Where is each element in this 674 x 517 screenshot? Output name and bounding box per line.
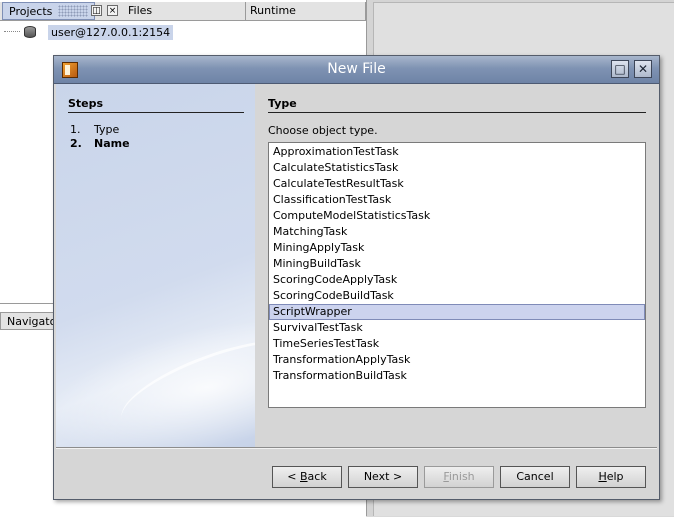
- step-item-current: 2. Name: [70, 137, 130, 150]
- tab-files-label: Files: [128, 4, 153, 17]
- maximize-icon[interactable]: □: [611, 60, 629, 78]
- restore-icon[interactable]: ◫: [91, 5, 102, 16]
- list-item[interactable]: MiningApplyTask: [269, 240, 645, 256]
- back-button[interactable]: < Back: [272, 466, 342, 488]
- tab-runtime[interactable]: Runtime: [244, 2, 366, 20]
- step-label: Type: [94, 123, 120, 136]
- help-button[interactable]: Help: [576, 466, 646, 488]
- new-file-dialog: New File □ ✕ Steps 1. Type 2. Name Type Ch…: [53, 55, 660, 500]
- help-button-mnemonic: H: [598, 470, 607, 483]
- list-item[interactable]: ApproximationTestTask: [269, 144, 645, 160]
- button-bar-separator: [56, 447, 657, 449]
- type-heading: Type: [268, 97, 297, 110]
- cancel-button[interactable]: Cancel: [500, 466, 570, 488]
- list-item[interactable]: TimeSeriesTestTask: [269, 336, 645, 352]
- type-divider: [268, 112, 646, 113]
- step-label: Name: [94, 137, 130, 150]
- list-item[interactable]: MatchingTask: [269, 224, 645, 240]
- type-pane: Type Choose object type. ApproximationTe…: [256, 84, 657, 447]
- drag-grip[interactable]: [58, 5, 88, 17]
- close-icon[interactable]: ✕: [634, 60, 652, 78]
- step-item: 1. Type: [70, 123, 119, 136]
- help-button-rest: elp: [606, 470, 624, 483]
- back-button-rest: ack: [307, 470, 327, 483]
- list-item-selected[interactable]: ScriptWrapper: [269, 304, 645, 320]
- list-item[interactable]: SurvivalTestTask: [269, 320, 645, 336]
- close-icon[interactable]: ×: [107, 5, 118, 16]
- list-item[interactable]: ScoringCodeApplyTask: [269, 272, 645, 288]
- tab-runtime-label: Runtime: [250, 4, 296, 17]
- tree-node-connection[interactable]: user@127.0.0.1:2154: [4, 24, 174, 40]
- step-number: 1.: [70, 123, 81, 136]
- list-item[interactable]: ClassificationTestTask: [269, 192, 645, 208]
- list-item[interactable]: ComputeModelStatisticsTask: [269, 208, 645, 224]
- steps-heading: Steps: [68, 97, 104, 110]
- tab-projects-label: Projects: [9, 5, 53, 18]
- tab-files[interactable]: Files: [122, 2, 246, 20]
- tab-navigator[interactable]: Navigator: [0, 312, 61, 330]
- step-number: 2.: [70, 137, 82, 150]
- steps-divider: [68, 112, 244, 113]
- tree-line: [4, 31, 20, 33]
- next-button[interactable]: Next >: [348, 466, 418, 488]
- list-item[interactable]: TransformationApplyTask: [269, 352, 645, 368]
- tree-node-label: user@127.0.0.1:2154: [48, 24, 174, 40]
- database-icon: [24, 26, 36, 38]
- steps-pane: Steps 1. Type 2. Name: [56, 84, 255, 447]
- dialog-title: New File: [327, 61, 386, 77]
- back-button-mnemonic: B: [300, 470, 308, 483]
- list-item[interactable]: CalculateStatisticsTask: [269, 160, 645, 176]
- finish-button-rest: inish: [448, 470, 475, 483]
- list-item[interactable]: CalculateTestResultTask: [269, 176, 645, 192]
- list-item[interactable]: ScoringCodeBuildTask: [269, 288, 645, 304]
- list-item[interactable]: TransformationBuildTask: [269, 368, 645, 384]
- list-item[interactable]: MiningBuildTask: [269, 256, 645, 272]
- choose-object-type-label: Choose object type.: [268, 124, 378, 137]
- object-type-list[interactable]: ApproximationTestTask CalculateStatistics…: [268, 142, 646, 408]
- panel-tabbar: Projects ◫ × Files Runtime: [0, 2, 366, 21]
- finish-button[interactable]: Finish: [424, 466, 494, 488]
- dialog-titlebar[interactable]: New File □ ✕: [54, 56, 659, 84]
- back-button-prefix: <: [287, 470, 300, 483]
